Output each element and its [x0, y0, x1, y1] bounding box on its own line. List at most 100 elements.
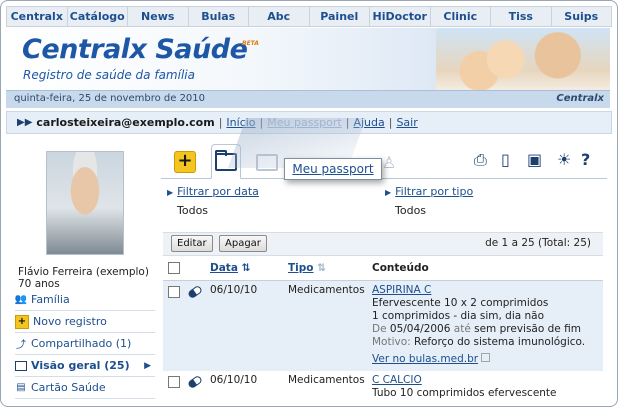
sidebar: Flávio Ferreira (exemplo) 70 anos 👥 Famí… — [6, 137, 155, 406]
row-checkbox[interactable] — [168, 286, 180, 298]
tab-card[interactable] — [253, 148, 281, 176]
plus-icon: + — [15, 314, 29, 329]
select-all-checkbox[interactable] — [168, 261, 180, 274]
print-icon[interactable]: ⎙ — [474, 150, 487, 170]
folder-icon — [215, 149, 237, 171]
external-link-icon — [481, 353, 491, 362]
record-line2: 1 comprimidos - dia sim, dia não — [372, 310, 545, 322]
beta-badge: BETA — [242, 40, 259, 47]
table-row[interactable]: 06/10/10 Medicamentos ASPIRINA C Eferves… — [163, 280, 603, 371]
sidebar-item-label: Visão geral (25) — [31, 359, 130, 372]
nav-item-news[interactable]: News — [128, 7, 189, 26]
card-icon — [256, 153, 278, 171]
filter-type-link[interactable]: Filtrar por tipo — [395, 185, 473, 198]
nav-item-clinic[interactable]: Clinic — [431, 7, 491, 26]
person-icon: ♙ — [381, 152, 397, 172]
content-header: Conteúdo — [371, 256, 603, 281]
nav-item-hidoctor[interactable]: HiDoctor — [370, 7, 431, 26]
top-nav: Centralx Catálogo News Bulas Abc Painel … — [6, 6, 612, 27]
triangle-right-icon: ▶ — [167, 188, 174, 197]
row-date: 06/10/10 — [209, 280, 287, 371]
filter-by-date: ▶ Filtrar por data Todos — [167, 185, 259, 217]
link-sair[interactable]: Sair — [396, 116, 417, 129]
row-date: 06/10/10 — [209, 371, 287, 401]
brand-title: Centralx Saúde — [22, 34, 248, 65]
tv-icon[interactable]: ▣ — [527, 150, 542, 169]
folder-icon — [15, 360, 27, 371]
filter-by-type: ▶ Filtrar por tipo Todos — [385, 185, 473, 217]
row-content: C CALCIO Tubo 10 comprimidos efervescent… — [371, 371, 603, 401]
record-title-link[interactable]: C CALCIO — [372, 374, 422, 386]
tooltip-meu-passport[interactable]: Meu passport — [284, 158, 382, 180]
sort-by-date[interactable]: Data — [210, 262, 238, 274]
centralx-logo: Centralx — [556, 93, 604, 104]
sidebar-item-label: Compartilhado (1) — [31, 337, 132, 350]
nav-item-catalogo[interactable]: Catálogo — [68, 7, 128, 26]
filter-date-link[interactable]: Filtrar por data — [177, 185, 259, 198]
sidebar-item-label: Cartão Saúde — [31, 381, 106, 394]
date-bar: quinta-feira, 25 de novembro de 2010 Cen… — [6, 90, 610, 108]
avatar — [46, 151, 124, 255]
sidebar-menu: 👥 Família + Novo registro ⤴ Compartilhad… — [15, 289, 155, 399]
delete-button[interactable]: Apagar — [219, 235, 267, 252]
records-table: Data ⇅ Tipo ⇅ Conteúdo 06/10/10 Medicame… — [163, 256, 603, 401]
profile-info: Flávio Ferreira (exemplo) 70 anos — [18, 266, 149, 290]
chevron-right-icon: ▶ — [144, 360, 151, 371]
triangle-right-icon: ▶ — [385, 188, 392, 197]
tab-overview[interactable] — [211, 144, 241, 179]
nav-item-centralx[interactable]: Centralx — [7, 7, 68, 26]
nav-item-painel[interactable]: Painel — [310, 7, 370, 26]
filter-date-value: Todos — [177, 204, 209, 217]
link-ajuda[interactable]: Ajuda — [353, 116, 384, 129]
people-icon: 👥 — [14, 294, 28, 305]
lightbulb-icon[interactable]: ☀ — [557, 150, 571, 169]
row-type: Medicamentos — [287, 371, 371, 401]
sidebar-item-label: Família — [31, 293, 70, 306]
tab-new-record[interactable]: + — [171, 148, 199, 176]
mobile-icon[interactable]: ▯ — [501, 150, 510, 169]
current-date: quinta-feira, 25 de novembro de 2010 — [14, 93, 206, 104]
user-email: carlosteixeira@exemplo.com — [36, 116, 215, 129]
sidebar-item-novo-registro[interactable]: + Novo registro — [15, 311, 155, 333]
table-row[interactable]: 06/10/10 Medicamentos C CALCIO Tubo 10 c… — [163, 371, 603, 401]
sidebar-item-label: Novo registro — [33, 315, 107, 328]
nav-item-bulas[interactable]: Bulas — [189, 7, 249, 26]
table-toolbar: Editar Apagar de 1 a 25 (Total: 25) — [163, 232, 603, 256]
pill-icon — [186, 374, 204, 390]
row-content: ASPIRINA C Efervescente 10 x 2 comprimid… — [371, 280, 603, 371]
row-checkbox[interactable] — [168, 376, 180, 388]
tab-bar: + ♙ ⎙ ▯ ▣ ☀ ? — [161, 142, 607, 179]
card-icon: ▤ — [16, 382, 26, 393]
main-content: + ♙ ⎙ ▯ ▣ ☀ ? Meu passport ▶ Filtrar por … — [161, 118, 607, 406]
sort-icon: ⇅ — [317, 262, 326, 274]
sidebar-item-cartao-saude[interactable]: ▤ Cartão Saúde — [15, 377, 155, 399]
record-line1: Tubo 10 comprimidos efervescente — [372, 387, 557, 399]
sidebar-item-familia[interactable]: 👥 Família — [15, 289, 155, 311]
record-line1: Efervescente 10 x 2 comprimidos — [372, 297, 549, 309]
pill-icon — [186, 284, 204, 300]
edit-button[interactable]: Editar — [171, 235, 213, 252]
help-icon[interactable]: ? — [581, 150, 590, 169]
double-arrow-icon: ▶▶ — [17, 117, 33, 128]
share-icon: ⤴ — [16, 340, 26, 351]
link-inicio[interactable]: Início — [226, 116, 255, 129]
table-header-row: Data ⇅ Tipo ⇅ Conteúdo — [163, 256, 603, 281]
nav-item-suips[interactable]: Suips — [552, 7, 612, 26]
plus-icon: + — [174, 151, 196, 173]
row-type: Medicamentos — [287, 280, 371, 371]
user-bar: ▶▶ carlosteixeira@exemplo.com | Início |… — [6, 111, 612, 134]
nav-item-tiss[interactable]: Tiss — [491, 7, 552, 26]
nav-item-abc[interactable]: Abc — [249, 7, 310, 26]
record-title-link[interactable]: ASPIRINA C — [372, 284, 431, 296]
sidebar-item-visao-geral[interactable]: Visão geral (25) ▶ — [15, 355, 155, 377]
app-window: Centralx Catálogo News Bulas Abc Painel … — [0, 0, 618, 407]
sidebar-item-compartilhado[interactable]: ⤴ Compartilhado (1) — [15, 333, 155, 355]
sort-icon: ⇅ — [241, 262, 251, 274]
bulas-link[interactable]: Ver no bulas.med.br — [372, 353, 478, 365]
profile-name: Flávio Ferreira (exemplo) — [18, 266, 149, 278]
sort-by-type[interactable]: Tipo — [288, 262, 314, 274]
pagination-info: de 1 a 25 (Total: 25) — [485, 237, 591, 249]
brand-tagline: Registro de saúde da família — [23, 68, 195, 82]
link-meu-passport[interactable]: Meu passport — [267, 116, 341, 129]
filter-type-value: Todos — [395, 204, 427, 217]
